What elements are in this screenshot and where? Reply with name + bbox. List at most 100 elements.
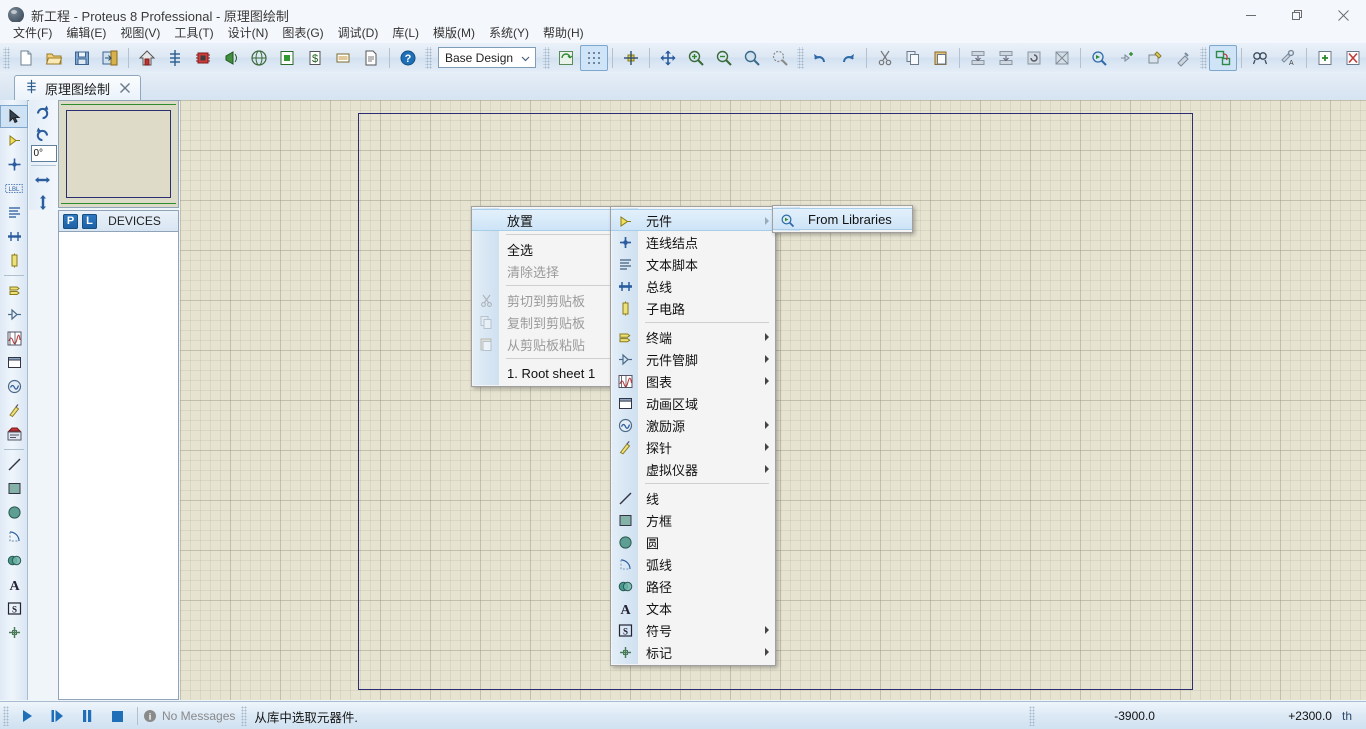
schematic-capture-icon[interactable]	[161, 45, 189, 71]
pick-devices-button[interactable]: P	[63, 213, 78, 229]
toolbar-grip[interactable]	[797, 46, 804, 69]
decompose-icon[interactable]	[1169, 45, 1197, 71]
search-icon[interactable]	[1246, 45, 1274, 71]
block-rotate-icon[interactable]	[1020, 45, 1048, 71]
cut-icon[interactable]	[871, 45, 899, 71]
sm-device-pin[interactable]: 元件管脚	[611, 348, 775, 370]
generator-tool[interactable]	[0, 375, 28, 398]
symbol-tool[interactable]: S	[0, 597, 28, 620]
line-tool[interactable]	[0, 453, 28, 476]
sm-animation-frame[interactable]: 动画区域	[611, 392, 775, 414]
statusbar-grip[interactable]	[241, 706, 248, 726]
library-manager-button[interactable]: L	[82, 213, 97, 229]
rotation-angle-field[interactable]: 0°	[30, 145, 57, 162]
copy-icon[interactable]	[899, 45, 927, 71]
report-icon[interactable]	[329, 45, 357, 71]
pcb-layout-icon[interactable]	[189, 45, 217, 71]
menu-help[interactable]: 帮助(H)	[536, 22, 591, 43]
zoom-out-icon[interactable]	[710, 45, 738, 71]
menu-tools[interactable]: 工具(T)	[167, 22, 220, 43]
step-button[interactable]	[42, 704, 72, 728]
help-icon[interactable]: ?	[394, 45, 422, 71]
junction-dot-tool[interactable]	[0, 153, 28, 176]
zoom-in-icon[interactable]	[682, 45, 710, 71]
toolbar-grip[interactable]	[1200, 46, 1207, 69]
subcircuit-tool[interactable]	[0, 249, 28, 272]
home-icon[interactable]	[133, 45, 161, 71]
place-submenu[interactable]: 元件 连线结点 文本脚本 总线 子电路 终端 元件管脚 图表 动画区域 激励源 …	[610, 206, 776, 666]
sm-bus[interactable]: 总线	[611, 275, 775, 297]
statusbar-grip[interactable]	[3, 706, 9, 726]
graph-tool[interactable]	[0, 327, 28, 350]
cm-root-sheet-1[interactable]: 1. Root sheet 1	[472, 362, 630, 384]
selection-mode-tool[interactable]	[0, 105, 28, 128]
stop-button[interactable]	[102, 704, 132, 728]
new-file-icon[interactable]	[12, 45, 40, 71]
sm-box[interactable]: 方框	[611, 509, 775, 531]
bus-tool[interactable]	[0, 225, 28, 248]
bill-of-materials-icon[interactable]	[245, 45, 273, 71]
save-as-exit-icon[interactable]	[96, 45, 124, 71]
tape-recorder-tool[interactable]	[0, 351, 28, 374]
make-device-icon[interactable]	[1113, 45, 1141, 71]
block-copy-icon[interactable]	[964, 45, 992, 71]
messages-area[interactable]: i No Messages	[143, 709, 235, 723]
menu-design[interactable]: 设计(N)	[221, 22, 276, 43]
close-icon[interactable]	[118, 81, 132, 95]
menu-template[interactable]: 模版(M)	[426, 22, 482, 43]
zoom-to-fit-icon[interactable]	[766, 45, 794, 71]
redo-icon[interactable]	[834, 45, 862, 71]
source-code-icon[interactable]	[273, 45, 301, 71]
packaging-tool-icon[interactable]	[1141, 45, 1169, 71]
menu-edit[interactable]: 编辑(E)	[59, 22, 113, 43]
mirror-vertical-icon[interactable]	[29, 191, 56, 213]
sm-text-script[interactable]: 文本脚本	[611, 253, 775, 275]
block-delete-icon[interactable]	[1048, 45, 1076, 71]
sm-junction-dot[interactable]: 连线结点	[611, 231, 775, 253]
devices-list[interactable]	[58, 232, 179, 700]
terminals-tool[interactable]	[0, 279, 28, 302]
toolbar-grip[interactable]	[3, 46, 10, 69]
path-tool[interactable]	[0, 549, 28, 572]
cm-place[interactable]: 放置	[472, 209, 630, 231]
menu-view[interactable]: 视图(V)	[113, 22, 167, 43]
sm-marker[interactable]: 标记	[611, 641, 775, 663]
text-script-tool[interactable]	[0, 201, 28, 224]
component-submenu[interactable]: From Libraries	[772, 205, 913, 233]
mirror-horizontal-icon[interactable]	[29, 169, 56, 191]
menu-file[interactable]: 文件(F)	[6, 22, 59, 43]
sm-terminal[interactable]: 终端	[611, 326, 775, 348]
device-pin-tool[interactable]	[0, 303, 28, 326]
cm-select-all[interactable]: 全选	[472, 238, 630, 260]
text-tool[interactable]: A	[0, 573, 28, 596]
sm-arc[interactable]: 弧线	[611, 553, 775, 575]
undo-icon[interactable]	[806, 45, 834, 71]
pick-device-icon[interactable]	[1085, 45, 1113, 71]
grid-toggle-icon[interactable]	[580, 44, 608, 71]
sm-component[interactable]: 元件	[611, 209, 775, 231]
document-icon[interactable]	[357, 45, 385, 71]
sm-line[interactable]: 线	[611, 487, 775, 509]
sm-circle[interactable]: 圆	[611, 531, 775, 553]
block-move-icon[interactable]	[992, 45, 1020, 71]
paste-icon[interactable]	[927, 45, 955, 71]
sm-path[interactable]: 路径	[611, 575, 775, 597]
sm-virtual-instrument[interactable]: 虚拟仪器	[611, 458, 775, 480]
remove-sheet-icon[interactable]	[1339, 45, 1366, 71]
sm-probe[interactable]: 探针	[611, 436, 775, 458]
property-assignment-icon[interactable]	[1209, 44, 1237, 71]
refresh-icon[interactable]	[552, 45, 580, 71]
marker-tool[interactable]	[0, 621, 28, 644]
box-tool[interactable]	[0, 477, 28, 500]
menu-graph[interactable]: 图表(G)	[275, 22, 330, 43]
origin-icon[interactable]	[617, 45, 645, 71]
context-menu[interactable]: 放置 全选 清除选择 剪切到剪贴板 复制到剪贴板 从剪贴板粘贴 1. Root …	[471, 206, 631, 387]
property-tool-icon[interactable]: A	[1274, 45, 1302, 71]
arc-tool[interactable]	[0, 525, 28, 548]
sm-from-libraries[interactable]: From Libraries	[773, 208, 912, 230]
probe-tool[interactable]	[0, 399, 28, 422]
component-mode-tool[interactable]	[0, 129, 28, 152]
sm-graph[interactable]: 图表	[611, 370, 775, 392]
3d-viewer-icon[interactable]	[217, 45, 245, 71]
menu-debug[interactable]: 调试(D)	[331, 22, 386, 43]
